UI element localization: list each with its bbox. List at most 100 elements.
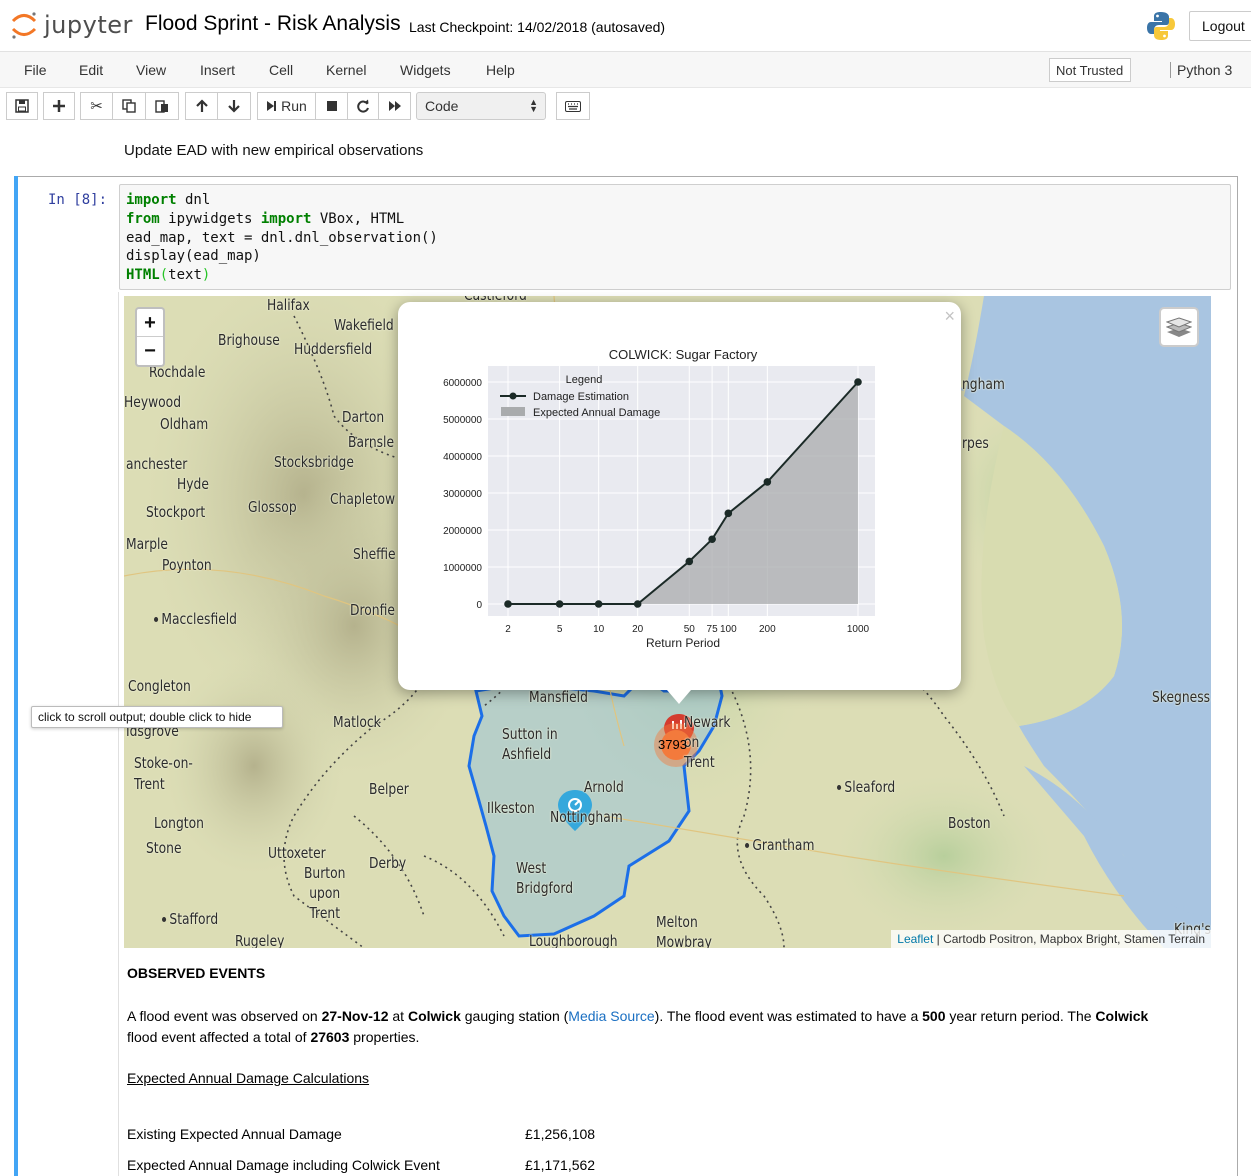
map-label: Brighouse	[218, 331, 280, 349]
cut-button[interactable]: ✂	[80, 92, 113, 120]
ead-row-label: Existing Expected Annual Damage	[127, 1126, 342, 1142]
menu-view[interactable]: View	[136, 62, 166, 78]
observed-events-paragraph: A flood event was observed on 27-Nov-12 …	[127, 1008, 1149, 1045]
keyboard-icon	[565, 100, 581, 112]
map-label: Stone	[146, 839, 182, 857]
map-label: Sutton in Ashfield	[502, 725, 558, 763]
copy-button[interactable]	[113, 92, 146, 120]
map-label: Uttoxeter	[268, 844, 326, 862]
map-label: Stoke-on-Trent	[134, 754, 193, 793]
refresh-icon	[357, 99, 369, 113]
restart-run-all-button[interactable]	[379, 92, 411, 120]
damage-point	[504, 600, 512, 608]
leaflet-link[interactable]: Leaflet	[897, 932, 933, 946]
y-tick-labels: 0 1000000 2000000 3000000 4000000 5000000 6000…	[443, 378, 482, 611]
map-label: Melton Mowbray	[656, 913, 712, 948]
cell-type-select[interactable]: Code ▲ ▼	[416, 92, 546, 120]
ead-row-value: £1,256,108	[525, 1126, 596, 1142]
menu-kernel[interactable]: Kernel	[326, 62, 366, 78]
damage-point	[854, 378, 862, 386]
map-label: Huddersfield	[294, 340, 373, 358]
jupyter-logo[interactable]: jupyter	[10, 10, 133, 40]
y-tick-label: 2000000	[443, 526, 482, 537]
checkpoint-status: Last Checkpoint: 14/02/2018 (autosaved)	[409, 19, 666, 35]
menu-insert[interactable]: Insert	[200, 62, 235, 78]
map-label: Hyde	[177, 475, 209, 493]
map-label: Grantham	[745, 836, 814, 854]
scissors-icon: ✂	[90, 98, 103, 115]
menu-file[interactable]: File	[24, 62, 47, 78]
map-label: Barnsle	[348, 433, 395, 451]
map-label: Arnold	[584, 778, 624, 796]
output-prompt-area[interactable]	[20, 292, 119, 1176]
plus-icon	[53, 100, 65, 112]
ead-row-label: Expected Annual Damage including Colwick…	[127, 1157, 440, 1173]
step-forward-icon	[267, 101, 277, 111]
menu-widgets[interactable]: Widgets	[400, 62, 451, 78]
x-tick-label: 200	[759, 624, 776, 635]
map-attribution: Leaflet | Cartodb Positron, Mapbox Brigh…	[891, 930, 1211, 948]
map-label: Darton	[342, 408, 385, 426]
map-label: Belper	[369, 780, 409, 798]
damage-point	[633, 600, 642, 608]
interrupt-button[interactable]	[316, 92, 348, 120]
x-axis-label: Return Period	[646, 636, 720, 650]
damage-chart: COLWICK: Sugar Factory 0 1000000 2000000 30…	[443, 347, 875, 650]
select-arrows-icon: ▲ ▼	[529, 97, 538, 114]
map-label: Rugeley	[235, 932, 285, 948]
logout-button[interactable]: Logout	[1189, 11, 1251, 41]
code-line: ead_map, text = dnl.dnl_observation()	[126, 229, 438, 246]
x-tick-label: 20	[632, 624, 644, 635]
map-label: Wakefield	[334, 316, 394, 334]
zoom-in-button[interactable]: +	[137, 309, 163, 337]
map-label: Derby	[369, 854, 407, 872]
run-button[interactable]: Run	[257, 92, 316, 120]
notebook-title[interactable]: Flood Sprint - Risk Analysis	[145, 12, 401, 36]
x-tick-label: 2	[505, 624, 511, 635]
menu-edit[interactable]: Edit	[79, 62, 103, 78]
map-label: Burton upon Trent	[303, 864, 346, 922]
menu-cell[interactable]: Cell	[269, 62, 293, 78]
y-tick-label: 5000000	[443, 415, 482, 426]
map-label: Macclesfield	[154, 610, 237, 628]
map-label: Boston	[948, 814, 991, 832]
x-tick-label: 100	[720, 624, 737, 635]
layers-button[interactable]	[1159, 307, 1199, 347]
restart-button[interactable]	[348, 92, 379, 120]
map-label: West Bridgford	[516, 859, 574, 897]
map-label: Loughborough	[529, 932, 618, 948]
toolbar: ✂ Run Code ▲ ▼	[0, 88, 1251, 126]
x-tick-label: 5	[557, 624, 563, 635]
menu-help[interactable]: Help	[486, 62, 515, 78]
notebook-header: jupyter Flood Sprint - Risk Analysis Las…	[0, 0, 1251, 52]
code-editor[interactable]: import dnl from ipywidgets import VBox, …	[119, 184, 1231, 290]
map-label: Glossop	[248, 498, 297, 516]
media-source-link[interactable]: Media Source	[568, 1008, 654, 1024]
x-tick-label: 10	[593, 624, 605, 635]
map-label: Sleaford	[837, 778, 895, 796]
legend-series-1: Expected Annual Damage	[533, 407, 660, 419]
not-trusted-indicator[interactable]: Not Trusted	[1049, 58, 1131, 82]
damage-point	[594, 600, 603, 608]
map-label: Marple	[126, 535, 168, 553]
jupyter-ring-icon	[11, 12, 37, 39]
popup-tip	[667, 690, 691, 704]
map-label: Dronfie	[350, 601, 395, 619]
map-label: Sheffie	[353, 545, 396, 563]
paste-button[interactable]	[146, 92, 179, 120]
save-button[interactable]	[6, 92, 38, 120]
cluster-count[interactable]: 3793	[658, 737, 687, 752]
move-down-button[interactable]	[218, 92, 251, 120]
ead-row-value: £1,171,562	[525, 1157, 596, 1173]
map-label: Chapletow	[330, 490, 396, 508]
map-label: Matlock	[333, 713, 381, 731]
damage-point	[685, 557, 694, 566]
y-tick-label: 6000000	[443, 378, 482, 389]
insert-cell-button[interactable]	[43, 92, 75, 120]
map-label: Newark on Trent	[684, 713, 731, 771]
y-tick-label: 3000000	[443, 489, 482, 500]
move-up-button[interactable]	[185, 92, 218, 120]
output-tooltip: click to scroll output; double click to …	[31, 706, 283, 728]
zoom-out-button[interactable]: −	[137, 337, 163, 365]
command-palette-button[interactable]	[556, 92, 590, 120]
